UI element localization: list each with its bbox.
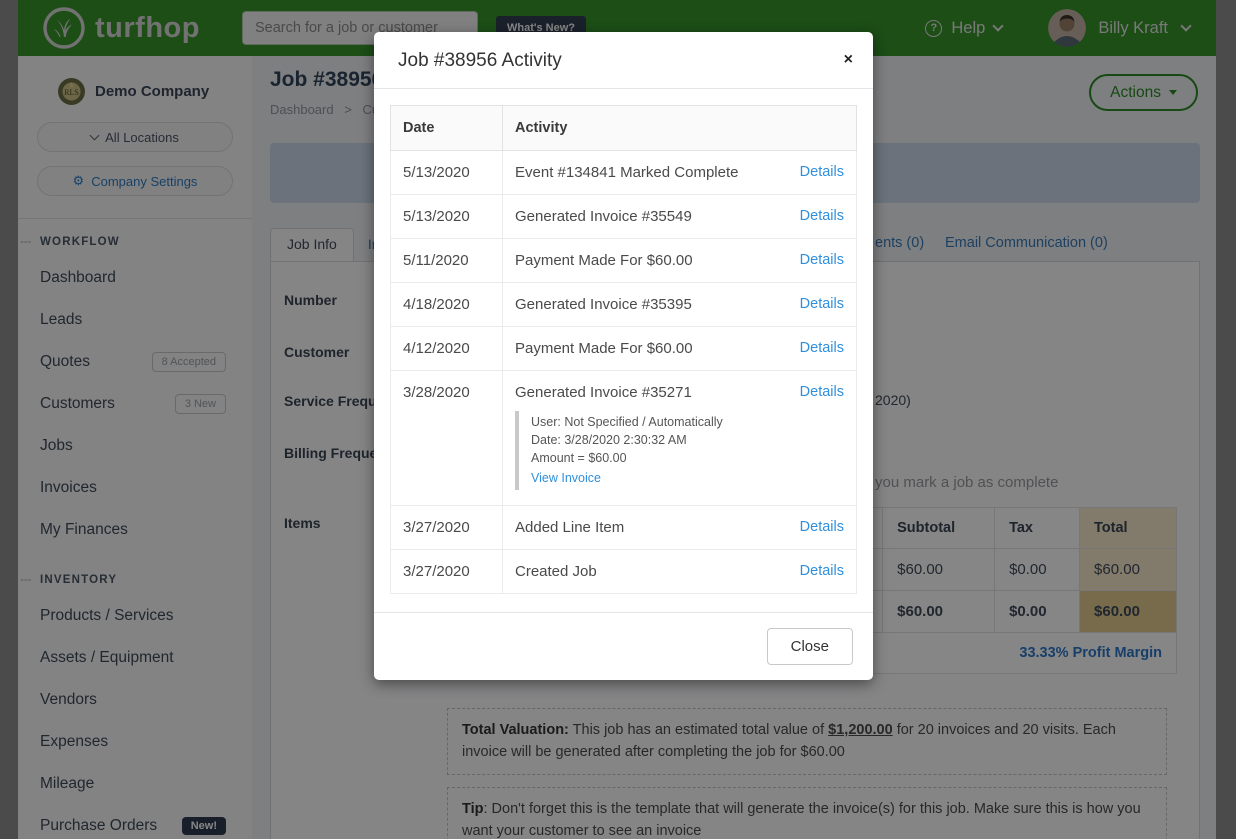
details-link[interactable]: Details	[800, 296, 844, 312]
activity-date: 5/13/2020	[391, 151, 503, 195]
activity-row: 5/13/2020 Details Generated Invoice #3554…	[391, 195, 857, 239]
activity-header-row: Date Activity	[391, 106, 857, 151]
activity-row: 5/13/2020 Details Event #134841 Marked Co…	[391, 151, 857, 195]
activity-date: 4/12/2020	[391, 327, 503, 371]
activity-date: 3/27/2020	[391, 549, 503, 593]
activity-row: 5/11/2020 Details Payment Made For $60.00	[391, 239, 857, 283]
details-link[interactable]: Details	[800, 563, 844, 579]
detail-user: User: Not Specified / Automatically	[531, 413, 844, 431]
details-link[interactable]: Details	[800, 340, 844, 356]
activity-text: Created Job	[515, 563, 597, 580]
modal-title: Job #38956 Activity	[398, 50, 849, 72]
details-link[interactable]: Details	[800, 384, 844, 400]
close-icon[interactable]: ×	[844, 52, 853, 68]
details-link[interactable]: Details	[800, 164, 844, 180]
activity-date: 5/11/2020	[391, 239, 503, 283]
activity-date: 3/28/2020	[391, 371, 503, 506]
activity-text: Generated Invoice #35549	[515, 208, 692, 225]
details-link[interactable]: Details	[800, 208, 844, 224]
viewport: turfhop What's New? ? Help	[0, 0, 1236, 839]
activity-row: 4/18/2020 Details Generated Invoice #3539…	[391, 283, 857, 327]
activity-text: Generated Invoice #35395	[515, 296, 692, 313]
activity-text: Payment Made For $60.00	[515, 252, 693, 269]
activity-table: Date Activity 5/13/2020 Details Event #13…	[390, 105, 857, 594]
job-activity-modal: Job #38956 Activity × Date Activity 5/13…	[374, 32, 873, 680]
activity-date: 4/18/2020	[391, 283, 503, 327]
activity-row: 4/12/2020 Details Payment Made For $60.00	[391, 327, 857, 371]
activity-date: 5/13/2020	[391, 195, 503, 239]
activity-date: 3/27/2020	[391, 505, 503, 549]
activity-row: 3/27/2020 Details Created Job	[391, 549, 857, 593]
activity-header-date: Date	[391, 106, 503, 151]
details-link[interactable]: Details	[800, 252, 844, 268]
detail-amount: Amount = $60.00	[531, 449, 844, 467]
modal-footer: Close	[374, 612, 873, 680]
close-button[interactable]: Close	[767, 628, 853, 665]
modal-header: Job #38956 Activity ×	[374, 32, 873, 89]
view-invoice-link[interactable]: View Invoice	[531, 469, 601, 487]
activity-text: Payment Made For $60.00	[515, 340, 693, 357]
activity-header-activity: Activity	[503, 106, 857, 151]
activity-row-expanded: 3/28/2020 Details Generated Invoice #352…	[391, 371, 857, 506]
details-link[interactable]: Details	[800, 519, 844, 535]
activity-detail-block: User: Not Specified / Automatically Date…	[515, 411, 844, 490]
activity-text: Generated Invoice #35271	[515, 384, 692, 401]
detail-date: Date: 3/28/2020 2:30:32 AM	[531, 431, 844, 449]
modal-body: Date Activity 5/13/2020 Details Event #13…	[374, 89, 873, 612]
activity-row: 3/27/2020 Details Added Line Item	[391, 505, 857, 549]
activity-text: Event #134841 Marked Complete	[515, 164, 738, 181]
activity-text: Added Line Item	[515, 519, 624, 536]
